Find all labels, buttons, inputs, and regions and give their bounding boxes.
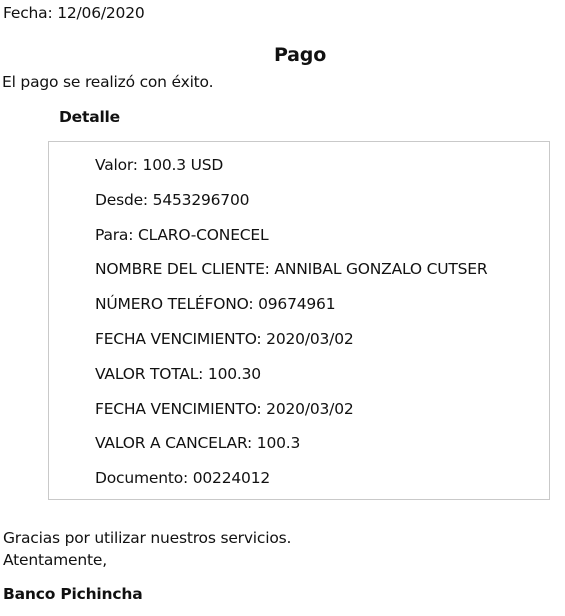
thanks-text: Gracias por utilizar nuestros servicios. [3, 529, 292, 547]
success-message: El pago se realizó con éxito. [2, 73, 214, 91]
regards-text: Atentamente, [3, 551, 107, 569]
closing-block: Gracias por utilizar nuestros servicios.… [3, 527, 291, 571]
detail-row-valor: Valor: 100.3 USD [95, 156, 224, 174]
page-title: Pago [273, 44, 327, 66]
detail-box: Valor: 100.3 USD Desde: 5453296700 Para:… [48, 141, 550, 500]
date-line: Fecha: 12/06/2020 [3, 4, 145, 22]
bank-signature: Banco Pichincha [3, 585, 143, 603]
detail-row-numero-telefono: NÚMERO TELÉFONO: 09674961 [95, 295, 336, 314]
detail-row-desde: Desde: 5453296700 [95, 190, 250, 209]
detail-row-documento: Documento: 00224012 [95, 469, 271, 488]
detail-list: Valor: 100.3 USD Desde: 5453296700 Para:… [95, 155, 488, 503]
detail-heading: Detalle [59, 108, 120, 126]
detail-row-para: Para: CLARO-CONECEL [95, 225, 269, 244]
detail-row-valor-total: VALOR TOTAL: 100.30 [95, 364, 261, 383]
detail-row-fecha-vencimiento: FECHA VENCIMIENTO: 2020/03/02 [95, 329, 354, 348]
detail-row-valor-a-cancelar: VALOR A CANCELAR: 100.3 [95, 434, 301, 453]
detail-row-nombre-cliente: NOMBRE DEL CLIENTE: ANNIBAL GONZALO CUTS… [95, 260, 488, 279]
detail-row-fecha-vencimiento-2: FECHA VENCIMIENTO: 2020/03/02 [95, 399, 354, 418]
